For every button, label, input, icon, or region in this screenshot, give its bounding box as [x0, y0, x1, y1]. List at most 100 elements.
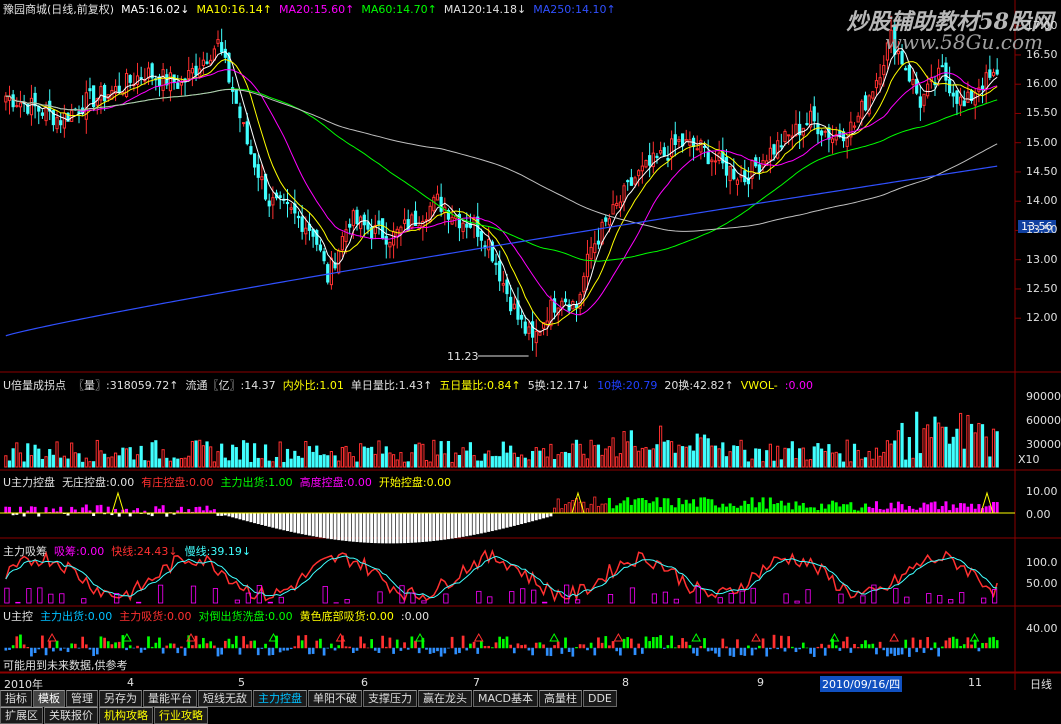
tab-9[interactable]: 赢在龙头 [418, 690, 472, 707]
axis-tick-label: 10.00 [1026, 485, 1058, 498]
main-control-bar [428, 647, 432, 654]
main-control-bar [651, 637, 655, 649]
candle-body [249, 146, 253, 155]
main-control-bar [278, 647, 282, 653]
main-control-bar [977, 647, 981, 652]
main-control-bar [450, 636, 454, 649]
control-bar [362, 512, 366, 543]
control-bar [249, 512, 253, 523]
volume-bar [70, 442, 74, 468]
candle-body [966, 91, 970, 103]
main-control-bar [264, 643, 267, 649]
legend-item: 主力吸货:0.00 [119, 610, 192, 623]
tab-8[interactable]: 支撑压力 [363, 690, 417, 707]
control-bar [907, 506, 911, 514]
tab-12[interactable]: DDE [582, 690, 617, 707]
control-bar [739, 505, 743, 514]
absorb-bar [136, 601, 142, 604]
main-control-bar [619, 647, 622, 656]
main-control-bar [209, 641, 213, 649]
volume-bar [783, 447, 787, 468]
volume-bar [124, 448, 129, 468]
main-control-bar [15, 636, 19, 649]
candle-body [278, 195, 282, 198]
volume-bar [845, 439, 849, 468]
tab-2[interactable]: 机构攻略 [99, 707, 153, 724]
control-bar [951, 504, 955, 514]
volume-bar [684, 446, 688, 468]
tab-3[interactable]: 另存为 [99, 690, 142, 707]
tab-10[interactable]: MACD基本 [473, 690, 538, 707]
main-control-bar [637, 643, 641, 649]
volume-bar [99, 450, 103, 468]
tab-1[interactable]: 关联报价 [44, 707, 98, 724]
main-control-bar [662, 647, 666, 649]
control-bar [318, 512, 322, 538]
volume-bar [867, 450, 871, 468]
main-control-bar [110, 644, 114, 649]
volume-bar [413, 444, 418, 468]
control-bar [695, 506, 699, 514]
volume-bar [552, 459, 557, 468]
main-control-bar [534, 642, 538, 649]
main-control-bar [695, 647, 699, 656]
volume-bar [205, 441, 209, 468]
main-control-bar [48, 640, 52, 649]
volume-bar [223, 457, 227, 468]
volume-bar [252, 443, 257, 468]
control-bar [18, 506, 22, 514]
tab-1[interactable]: 模板 [33, 690, 65, 707]
volume-bar [611, 437, 615, 468]
control-bar [333, 512, 337, 540]
main-control-bar [330, 643, 333, 649]
control-bar [377, 512, 381, 544]
main-control-bar [622, 638, 626, 649]
control-bar [768, 497, 772, 514]
volume-bar [743, 449, 747, 468]
volume-bar [443, 453, 447, 468]
legend-item: 无庄控盘:0.00 [62, 476, 135, 489]
tab-4[interactable]: 量能平台 [143, 690, 197, 707]
volume-bar [819, 448, 824, 468]
volume-bar [746, 461, 751, 468]
volume-bar [322, 454, 326, 468]
main-control-bar [714, 647, 717, 654]
main-control-bar [769, 647, 772, 650]
tab-7[interactable]: 单阳不破 [308, 690, 362, 707]
main-control-bar [703, 638, 706, 649]
signal-arrow [889, 632, 899, 642]
volume-bar [271, 461, 275, 468]
volume-bar [893, 440, 897, 468]
main-control-bar [150, 646, 154, 649]
candle-body [381, 218, 385, 239]
main-control-bar [867, 644, 871, 649]
tab-2[interactable]: 管理 [66, 690, 98, 707]
volume-bar [505, 452, 509, 468]
tab-6[interactable]: 主力控盘 [253, 690, 307, 707]
main-control-bar [205, 643, 209, 649]
main-control-bar [425, 647, 428, 650]
candle-body [728, 165, 732, 182]
tab-0[interactable]: 扩展区 [0, 707, 43, 724]
volume-bar [326, 455, 330, 468]
volume-bar [388, 452, 392, 468]
main-control-bar [608, 645, 611, 649]
main-control-bar [267, 647, 271, 656]
legend-item: MA120:14.18↓ [443, 3, 527, 16]
candle-body [863, 95, 868, 111]
control-bar [666, 498, 670, 514]
volume-bar [329, 451, 333, 468]
volume-bar [172, 457, 176, 468]
tab-0[interactable]: 指标 [0, 690, 32, 707]
candle-body [589, 246, 593, 260]
main-control-bar [593, 647, 597, 656]
tab-3[interactable]: 行业攻略 [154, 707, 208, 724]
volume-bar [289, 458, 293, 468]
signal-arrow [613, 632, 624, 642]
main-control-bar [893, 647, 897, 656]
tab-5[interactable]: 短线无敌 [198, 690, 252, 707]
main-control-bar [194, 635, 198, 649]
control-bar [410, 512, 414, 543]
tab-11[interactable]: 高量柱 [538, 690, 582, 707]
volume-bar [216, 451, 220, 468]
